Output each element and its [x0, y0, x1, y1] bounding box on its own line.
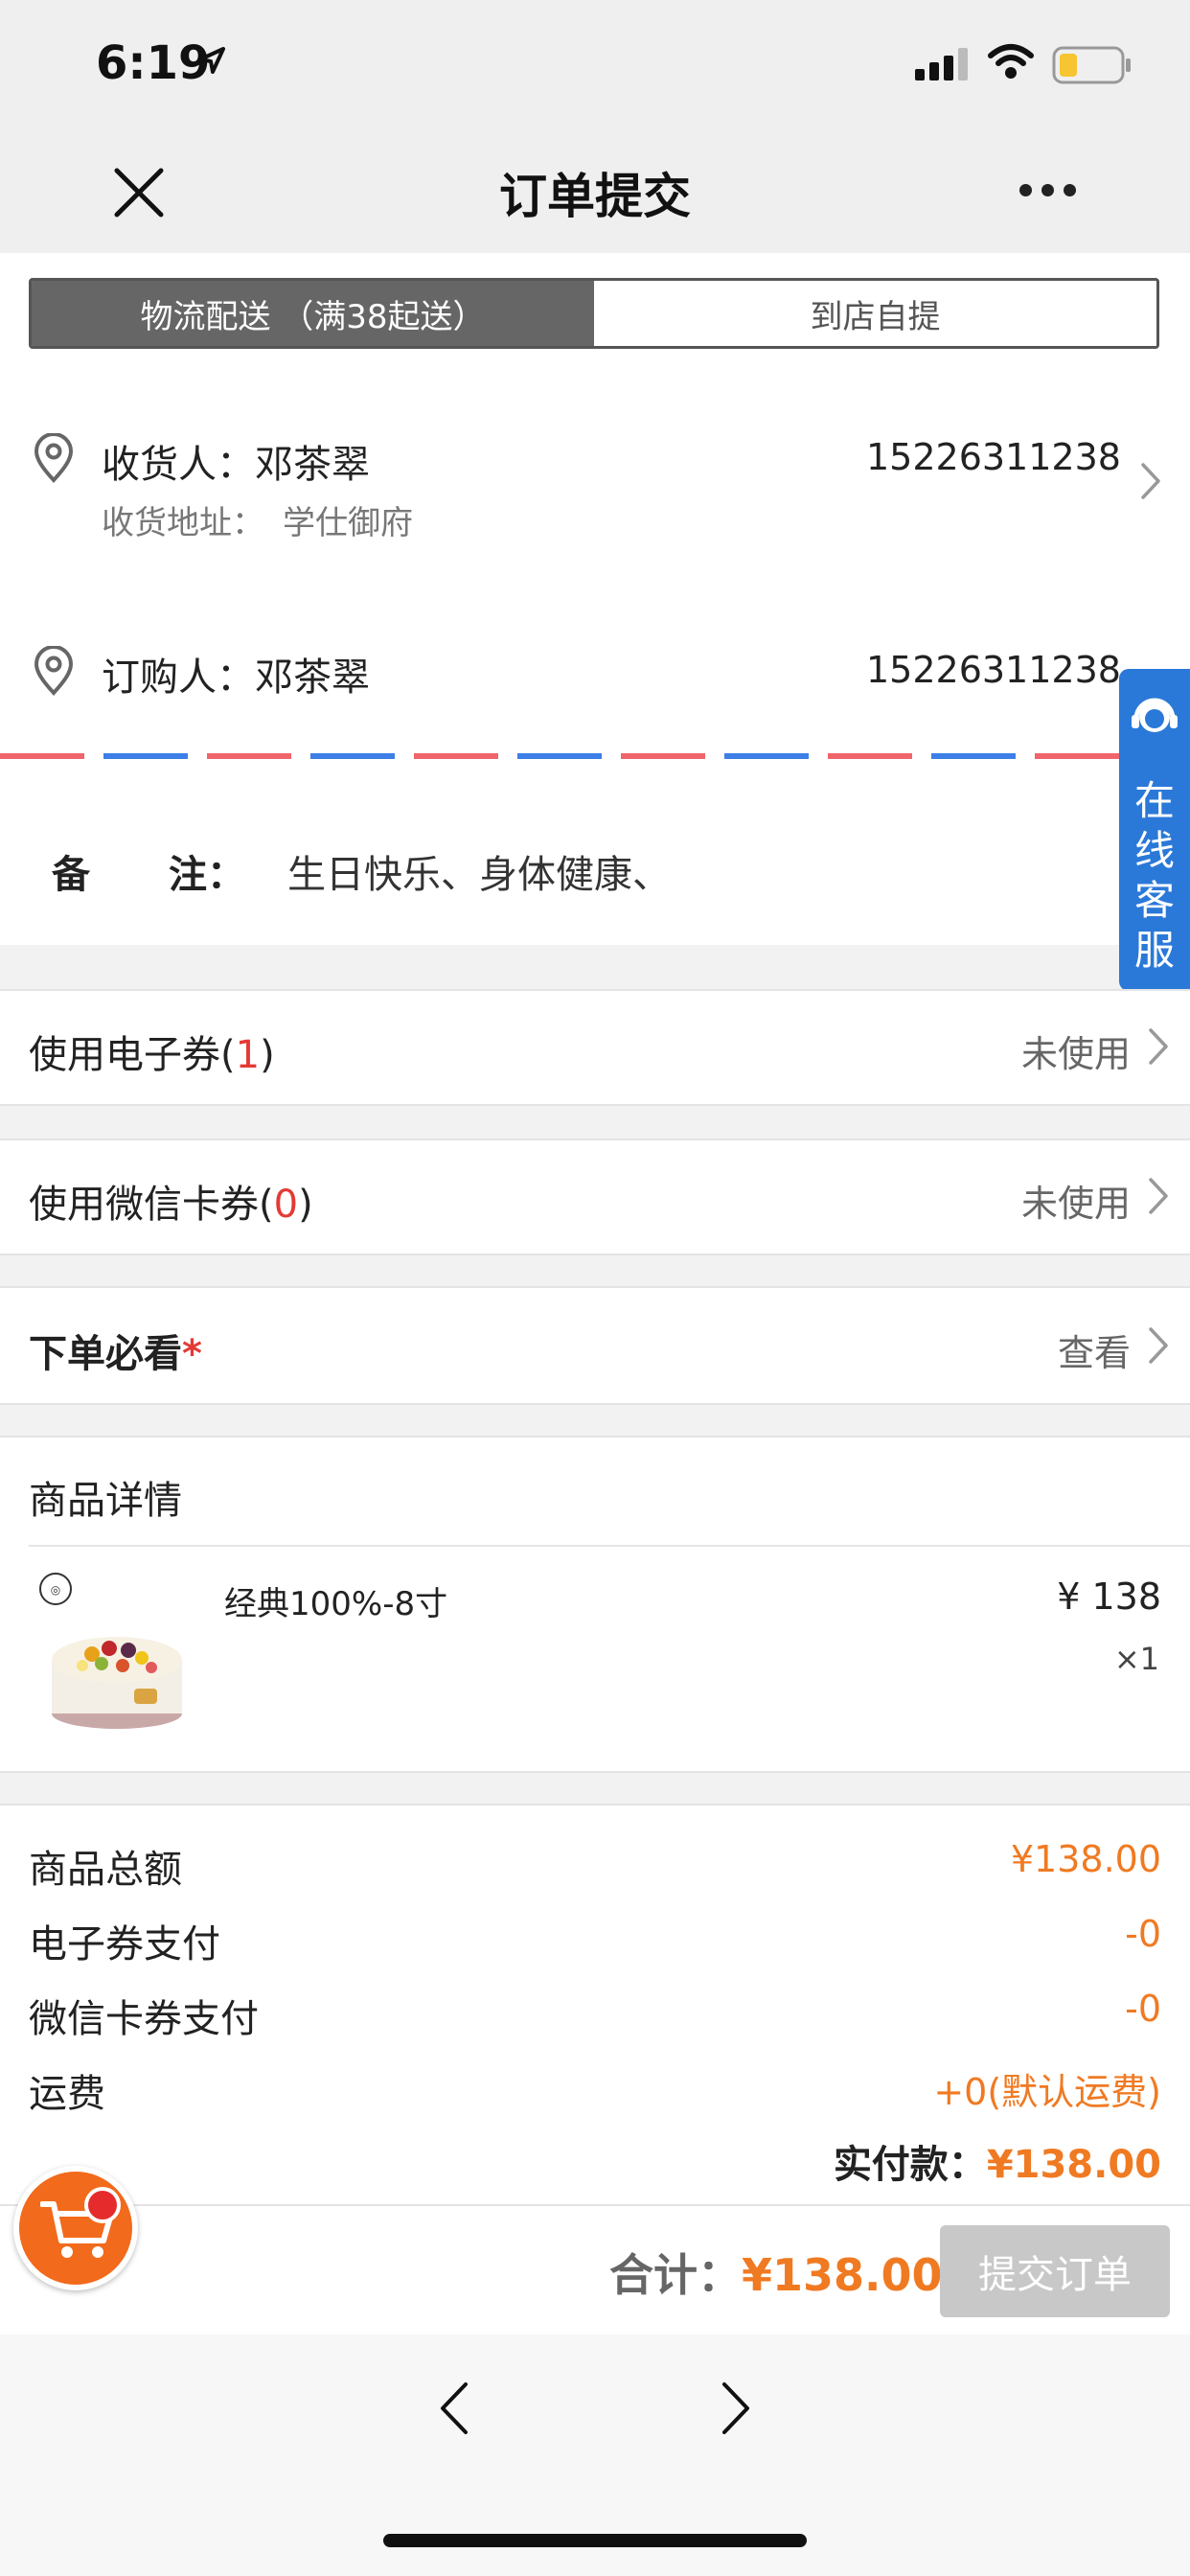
- total-amount: 合计：¥138.00: [609, 2249, 943, 2301]
- more-icon[interactable]: [1019, 182, 1086, 200]
- summary-label-subtotal: 商品总额: [29, 1848, 182, 1892]
- chevron-right-icon: [1149, 1178, 1168, 1214]
- location-arrow-icon: [198, 47, 225, 74]
- must-read-action: 查看: [1057, 1332, 1131, 1374]
- page-title: 订单提交: [499, 169, 691, 224]
- product-section-title: 商品详情: [29, 1479, 182, 1523]
- summary-value-wechat-card: -0: [1125, 1988, 1161, 2030]
- battery-icon: [1052, 46, 1131, 84]
- status-time: 6:19: [96, 36, 211, 90]
- tab-pickup[interactable]: 到店自提: [594, 281, 1156, 346]
- submit-order-button[interactable]: 提交订单: [940, 2225, 1170, 2317]
- product-qty: ×1: [1113, 1641, 1159, 1677]
- receiver-name: 收货人：邓茶翠: [102, 443, 370, 487]
- orderer-name: 订购人：邓茶翠: [102, 656, 370, 700]
- ecoupon-label: 使用电子券(1): [29, 1033, 275, 1077]
- chevron-right-icon: [1149, 1327, 1168, 1364]
- location-pin-icon: [34, 433, 74, 483]
- summary-label-ecoupon: 电子券支付: [29, 1922, 220, 1966]
- online-service-button[interactable]: 在线客服: [1119, 669, 1190, 991]
- forward-arrow-icon[interactable]: [721, 2380, 753, 2436]
- ecoupon-status: 未使用: [1020, 1033, 1131, 1075]
- customer-service-icon: [1132, 698, 1178, 732]
- remark-input[interactable]: 生日快乐、身体健康、: [287, 843, 671, 899]
- product-name: 经典100%-8寸: [224, 1585, 448, 1623]
- remark-label-1: 备: [52, 853, 90, 897]
- summary-label-shipping: 运费: [29, 2072, 105, 2116]
- summary-label-wechat-card: 微信卡券支付: [29, 1997, 259, 2041]
- online-service-label: 在线客服: [1133, 777, 1175, 974]
- product-price: ¥ 138: [1057, 1576, 1161, 1618]
- location-pin-icon: [34, 646, 74, 696]
- delivery-tabs: 物流配送 （满38起送） 到店自提: [29, 278, 1159, 349]
- svg-text:◎: ◎: [51, 1583, 60, 1597]
- signal-icon: [915, 48, 968, 80]
- must-read-label: 下单必看*: [29, 1332, 202, 1376]
- product-image: ◎: [39, 1573, 182, 1729]
- airmail-divider: [0, 753, 1121, 759]
- actual-payment: 实付款：¥138.00: [833, 2143, 1161, 2187]
- tab-logistics[interactable]: 物流配送 （满38起送）: [32, 281, 594, 346]
- cart-button[interactable]: [13, 2166, 138, 2290]
- summary-value-shipping: +0(默认运费): [933, 2071, 1161, 2113]
- back-arrow-icon[interactable]: [437, 2380, 469, 2436]
- summary-value-subtotal: ¥138.00: [1010, 1838, 1161, 1880]
- receiver-address-label: 收货地址：: [102, 504, 264, 542]
- remark-label-2: 注：: [169, 853, 245, 897]
- wechat-card-status: 未使用: [1020, 1183, 1131, 1225]
- home-indicator: [383, 2534, 807, 2547]
- chevron-right-icon[interactable]: [1140, 462, 1161, 500]
- receiver-phone: 15226311238: [866, 436, 1121, 478]
- wechat-card-label: 使用微信卡券(0): [29, 1183, 313, 1227]
- wifi-icon: [988, 44, 1034, 79]
- receiver-address: 学仕御府: [283, 504, 413, 542]
- orderer-phone: 15226311238: [866, 649, 1121, 691]
- chevron-right-icon: [1149, 1028, 1168, 1065]
- divider: [29, 1545, 1190, 1547]
- summary-value-ecoupon: -0: [1125, 1913, 1161, 1955]
- cart-badge: [84, 2187, 121, 2223]
